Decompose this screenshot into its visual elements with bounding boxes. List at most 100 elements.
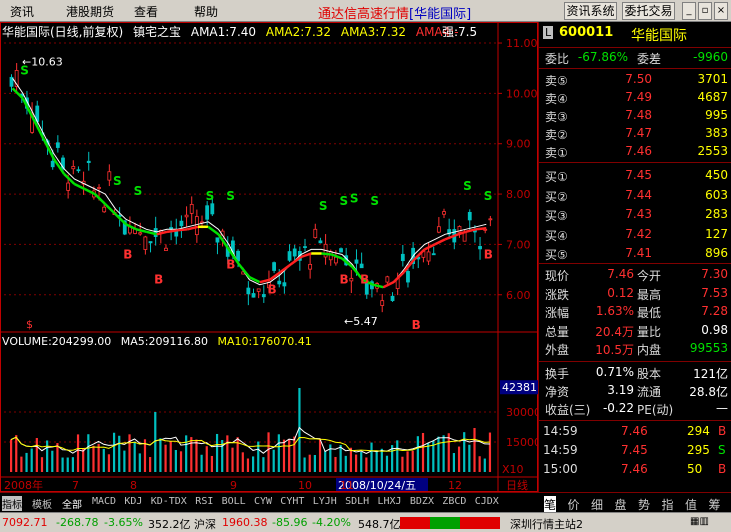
- sell-row[interactable]: 卖① 7.46 2553: [539, 144, 731, 161]
- indicator-tab[interactable]: 全部: [62, 496, 82, 511]
- indicator-tab[interactable]: BOLL: [222, 496, 246, 507]
- quote-tab[interactable]: 值: [685, 496, 697, 513]
- candle-body: [107, 171, 112, 181]
- stat-label: 收益(三): [545, 403, 591, 417]
- tick-volume: 50: [687, 462, 703, 476]
- restore-button[interactable]: ▫: [698, 2, 712, 20]
- indicator-tab[interactable]: CYW: [254, 496, 272, 507]
- quote-tab[interactable]: 盘: [615, 496, 627, 513]
- indicator-s3: $: [26, 318, 33, 331]
- menu-help[interactable]: 帮助: [194, 3, 218, 20]
- ama2-segment: [238, 263, 251, 278]
- sell-row[interactable]: 卖④ 7.49 4687: [539, 90, 731, 107]
- quote-tab[interactable]: 笔: [544, 496, 557, 513]
- menu-news[interactable]: 资讯: [10, 3, 34, 20]
- ama2-segment: [177, 228, 188, 232]
- volume-bar: [231, 447, 234, 472]
- stat-value: 121亿: [693, 367, 728, 381]
- chart-frame: [0, 22, 538, 492]
- volume-bar: [179, 451, 183, 472]
- stat-label: 换手: [545, 367, 570, 381]
- ama2-segment: [94, 193, 107, 206]
- volume-bar: [334, 456, 337, 472]
- volume-bar: [277, 434, 280, 472]
- sell-row[interactable]: 卖⑤ 7.50 3701: [539, 72, 731, 89]
- close-button[interactable]: ×: [714, 2, 728, 20]
- volume-bar: [452, 453, 456, 472]
- sell-row[interactable]: 卖② 7.47 383: [539, 126, 731, 143]
- menu-hk-futures[interactable]: 港股期货: [66, 3, 114, 20]
- stat-row: 总量 20.4万 量比 0.98: [539, 323, 731, 340]
- indicator-tab[interactable]: RSI: [195, 496, 213, 507]
- signal-s: S: [340, 194, 349, 208]
- signal-b: B: [226, 257, 235, 271]
- info-system-button[interactable]: 资讯系统: [564, 2, 617, 20]
- order-volume: 995: [705, 108, 728, 122]
- indicator-tab[interactable]: LHXJ: [378, 496, 402, 507]
- indicator-tab[interactable]: SDLH: [345, 496, 369, 507]
- candle-body: [349, 277, 354, 282]
- stat-row: 涨跌 0.12 最高 7.53: [539, 286, 731, 303]
- buy-row[interactable]: 买④ 7.42 127: [539, 227, 731, 244]
- volume-bar: [468, 444, 471, 472]
- indicator-tab[interactable]: ZBCD: [442, 496, 466, 507]
- buy-row[interactable]: 买⑤ 7.41 896: [539, 246, 731, 263]
- quote-tab[interactable]: 价: [568, 496, 580, 513]
- ama2-segment: [166, 229, 178, 234]
- indicator-tab[interactable]: 指标: [2, 496, 22, 511]
- volume-bar: [267, 432, 270, 472]
- candle-body: [426, 251, 431, 262]
- order-level-label: 买②: [545, 189, 568, 204]
- ama2-value: AMA2:7.32: [265, 25, 332, 39]
- ma5-value: MA5:209116.80: [120, 335, 208, 348]
- volume-tick-label: 15000: [506, 436, 538, 449]
- quote-tab[interactable]: 筹: [709, 496, 721, 513]
- sh-change: -268.78: [56, 516, 99, 529]
- volume-bar: [226, 435, 229, 472]
- indicator-tab[interactable]: BDZX: [410, 496, 434, 507]
- order-volume: 896: [705, 246, 728, 260]
- quote-tab[interactable]: 指: [662, 496, 674, 513]
- kline-chart[interactable]: 11.00 10.00 9.00 8.00 7.00 6.00 S S B S B S S B B S S S S B…: [0, 22, 538, 492]
- indicator-tab[interactable]: 模板: [32, 496, 52, 511]
- indicator-tab[interactable]: KD-TDX: [151, 496, 187, 507]
- indicator-tab[interactable]: LYJH: [313, 496, 337, 507]
- volume-bar: [185, 435, 188, 472]
- stat-label: 流通: [637, 385, 662, 399]
- volume-bar: [149, 457, 152, 472]
- candle-body: [442, 211, 446, 215]
- sell-row[interactable]: 卖③ 7.48 995: [539, 108, 731, 125]
- menu-view[interactable]: 查看: [134, 3, 158, 20]
- stat-value: -0.22: [602, 401, 634, 415]
- candle-body: [164, 247, 168, 252]
- buy-row[interactable]: 买① 7.45 450: [539, 168, 731, 185]
- quote-tab[interactable]: 势: [638, 496, 650, 513]
- order-level-label: 卖②: [545, 128, 568, 142]
- weicha-value: -9960: [693, 50, 728, 64]
- tick-row[interactable]: 15:00 7.46 50 B: [539, 462, 731, 479]
- minimize-button[interactable]: _: [682, 2, 696, 20]
- indicator-tab[interactable]: CYHT: [280, 496, 304, 507]
- order-level-label: 买③: [545, 209, 568, 223]
- buy-row[interactable]: 买② 7.44 603: [539, 188, 731, 205]
- tick-price: 7.45: [621, 443, 648, 457]
- buy-row[interactable]: 买③ 7.43 283: [539, 207, 731, 224]
- indicator-tab[interactable]: MACD: [92, 496, 116, 507]
- volume-bar: [35, 437, 38, 472]
- tick-row[interactable]: 14:59 7.46 294 B: [539, 424, 731, 441]
- volume-bar: [215, 433, 219, 472]
- candle-body: [287, 251, 292, 261]
- price-tick-label: 6.00: [506, 289, 531, 302]
- volume-bar: [92, 445, 95, 472]
- trade-button[interactable]: 委托交易: [622, 2, 675, 20]
- indicator-tab[interactable]: CJDX: [475, 496, 499, 507]
- volume-bar: [406, 451, 409, 472]
- indicator-tab[interactable]: KDJ: [124, 496, 142, 507]
- tick-row[interactable]: 14:59 7.45 295 S: [539, 443, 731, 460]
- volume-bar: [396, 440, 399, 472]
- stat-value: 28.8亿: [689, 385, 728, 399]
- candle-body: [210, 203, 215, 215]
- candle-body: [478, 246, 482, 250]
- date-tick-label: 12: [448, 479, 462, 492]
- quote-tab[interactable]: 细: [591, 496, 603, 513]
